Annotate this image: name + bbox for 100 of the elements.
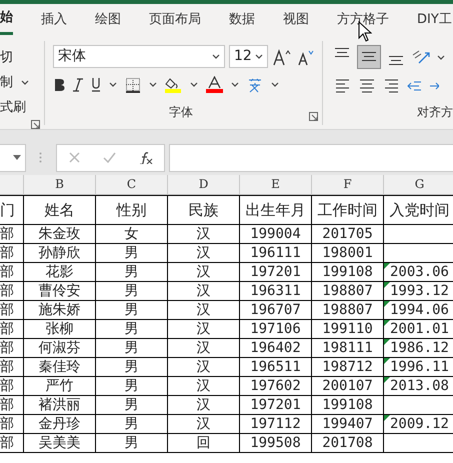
underline-icon[interactable] <box>91 77 101 92</box>
insert-function-icon[interactable] <box>138 152 152 164</box>
table-cell: 男 <box>124 301 138 319</box>
column-header[interactable]: D <box>168 175 240 195</box>
clipboard-command[interactable]: 式刷 <box>0 95 26 120</box>
drag-handle-icon[interactable] <box>39 152 42 163</box>
ribbon-tab[interactable]: 页面布局 <box>135 4 215 35</box>
table-cell: 199108 <box>322 396 373 414</box>
table-cell: 2001.01 <box>390 320 449 338</box>
table-cell-text: 民族 <box>188 200 218 221</box>
table-cell: 朱金玫 <box>38 225 80 243</box>
table-cell: 男 <box>124 415 138 433</box>
table-cell: 秦佳玲 <box>38 358 80 376</box>
ribbon-tab[interactable]: 插入 <box>27 4 81 35</box>
table-cell: 199110 <box>322 320 373 338</box>
table-cell: 198111 <box>322 339 373 357</box>
table-cell: 汉 <box>196 377 210 395</box>
clipboard-command[interactable]: 制 <box>0 70 13 95</box>
table-cell: 汉 <box>196 244 210 262</box>
table-cell-text: 门 <box>0 200 15 221</box>
table-cell: 男 <box>124 320 138 338</box>
table-cell: 男 <box>124 339 138 357</box>
table-cell: 男 <box>124 263 138 281</box>
table-cell: 197201 <box>250 396 301 414</box>
table-cell: 汉 <box>196 320 210 338</box>
table-cell: 张柳 <box>46 320 74 338</box>
table-cell-text: 入党时间 <box>390 200 450 221</box>
table-cell: 196511 <box>250 358 301 376</box>
align-lines-icon <box>335 48 349 58</box>
dialog-launcher-icon[interactable] <box>309 112 318 121</box>
grow-font-icon[interactable] <box>272 48 292 66</box>
table-cell: 部 <box>0 225 14 243</box>
table-cell: 男 <box>124 358 138 376</box>
decrease-indent-icon[interactable] <box>407 78 421 92</box>
table-cell: 201705 <box>322 225 373 243</box>
table-cell: 2009.12 <box>390 415 449 433</box>
column-header[interactable]: E <box>240 175 312 195</box>
table-cell: 201708 <box>322 434 373 452</box>
caret-icon[interactable] <box>190 82 198 87</box>
table-cell: 1986.12 <box>390 339 449 357</box>
align-right-icon[interactable] <box>383 77 399 94</box>
ribbon-tab[interactable]: 绘图 <box>81 4 135 35</box>
caret-icon <box>212 54 220 59</box>
formula-input[interactable] <box>169 144 453 172</box>
phonetic-guide-icon[interactable] <box>247 76 263 92</box>
table-cell: 男 <box>124 434 138 452</box>
group-label: 对齐方 <box>417 104 453 121</box>
table-cell: 施朱娇 <box>38 301 80 319</box>
table-cell: 部 <box>0 396 14 414</box>
table-cell: 汉 <box>196 396 210 414</box>
column-header[interactable]: B <box>24 175 96 195</box>
border-icon[interactable] <box>125 76 141 92</box>
check-icon[interactable] <box>102 152 116 163</box>
table-cell: 部 <box>0 301 14 319</box>
ribbon-tab[interactable]: 数据 <box>215 4 269 35</box>
font-name-dropdown[interactable]: 宋体 <box>53 45 225 68</box>
align-lines-icon <box>389 56 403 66</box>
name-box[interactable] <box>0 144 26 172</box>
table-cell: 汉 <box>196 339 210 357</box>
caret-icon[interactable] <box>231 82 239 87</box>
clipboard-command[interactable]: 切 <box>0 45 13 70</box>
font-color-icon[interactable] <box>206 76 223 93</box>
table-cell: 褚洪丽 <box>38 396 80 414</box>
table-cell: 汉 <box>196 415 210 433</box>
table-cell: 1993.12 <box>390 282 449 300</box>
table-cell: 部 <box>0 263 14 281</box>
table-cell-text: 工作时间 <box>318 200 378 221</box>
caret-icon[interactable] <box>149 82 157 87</box>
table-cell: 198001 <box>322 244 373 262</box>
table-cell-text: 姓名 <box>44 200 74 221</box>
table-cell: 花影 <box>46 263 74 281</box>
align-center-icon[interactable] <box>359 77 375 94</box>
align-left-icon[interactable] <box>335 77 351 94</box>
dialog-launcher-icon[interactable] <box>31 120 40 129</box>
column-header[interactable]: F <box>312 175 384 195</box>
font-size-dropdown[interactable]: 12 <box>229 45 268 68</box>
caret-icon[interactable] <box>437 54 445 60</box>
table-cell: 部 <box>0 244 14 262</box>
table-cell: 198807 <box>322 301 373 319</box>
table-cell: 男 <box>124 396 138 414</box>
caret-icon[interactable] <box>109 82 117 87</box>
table-cell: 199508 <box>250 434 301 452</box>
table-cell: 部 <box>0 339 14 357</box>
table-cell: 196402 <box>250 339 301 357</box>
italic-icon[interactable] <box>73 78 83 92</box>
caret-icon[interactable] <box>271 82 279 87</box>
table-cell: 汉 <box>196 358 210 376</box>
fill-color-icon[interactable] <box>165 76 182 93</box>
table-cell: 回 <box>196 434 210 452</box>
bold-icon[interactable] <box>53 78 65 92</box>
table-cell: 部 <box>0 282 14 300</box>
caret-icon[interactable] <box>21 80 29 85</box>
ribbon-tab[interactable]: DIY工 <box>403 4 453 35</box>
column-header[interactable]: C <box>96 175 168 195</box>
ribbon-tab[interactable]: 视图 <box>269 4 323 35</box>
table-cell: 部 <box>0 377 14 395</box>
table-cell: 汉 <box>196 301 210 319</box>
vertical-align-button[interactable] <box>357 45 381 69</box>
column-header[interactable]: G <box>384 175 453 195</box>
table-cell: 严竹 <box>46 377 74 395</box>
